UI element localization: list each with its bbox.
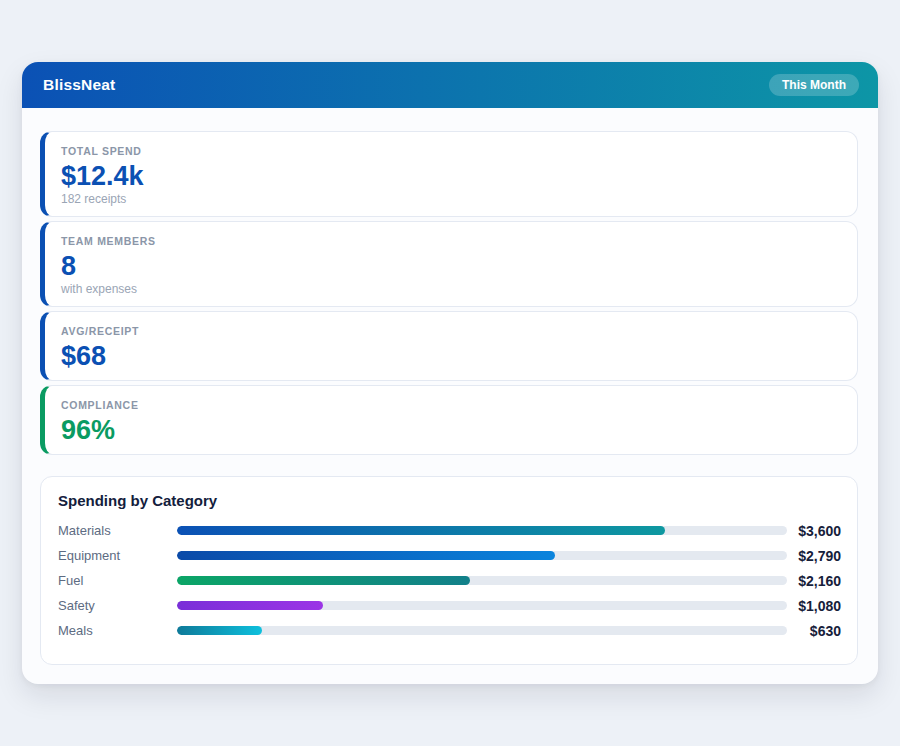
- stat-label: AVG/RECEIPT: [61, 324, 841, 338]
- app-title: BlissNeat: [43, 76, 115, 94]
- header: BlissNeat This Month: [22, 62, 878, 108]
- chart-row-fuel: Fuel $2,160: [58, 568, 841, 593]
- category-value: $1,080: [787, 598, 841, 614]
- bar-track: [177, 576, 787, 585]
- bar-track: [177, 551, 787, 560]
- stat-card-team-members: TEAM MEMBERS 8 with expenses: [40, 221, 858, 307]
- period-badge[interactable]: This Month: [769, 74, 859, 96]
- stat-label: TEAM MEMBERS: [61, 234, 841, 248]
- category-value: $3,600: [787, 523, 841, 539]
- bar-track: [177, 626, 787, 635]
- chart-row-equipment: Equipment $2,790: [58, 543, 841, 568]
- bar-fill: [177, 551, 555, 560]
- bar-track: [177, 601, 787, 610]
- stat-subtext: with expenses: [61, 282, 841, 296]
- category-value: $630: [787, 623, 841, 639]
- bar-fill: [177, 601, 323, 610]
- stat-value: 8: [61, 252, 841, 280]
- stat-label: COMPLIANCE: [61, 398, 841, 412]
- category-value: $2,790: [787, 548, 841, 564]
- category-label: Fuel: [58, 573, 177, 588]
- chart-title: Spending by Category: [58, 492, 841, 510]
- stat-value: $12.4k: [61, 162, 841, 190]
- stat-card-total-spend: TOTAL SPEND $12.4k 182 receipts: [40, 131, 858, 217]
- stat-card-avg-receipt: AVG/RECEIPT $68: [40, 311, 858, 381]
- dashboard-card: BlissNeat This Month TOTAL SPEND $12.4k …: [22, 62, 878, 684]
- category-label: Materials: [58, 523, 177, 538]
- bar-track: [177, 526, 787, 535]
- chart-rows: Materials $3,600 Equipment $2,790 Fuel $…: [58, 518, 841, 643]
- stat-value: 96%: [61, 416, 841, 444]
- stat-value: $68: [61, 342, 841, 370]
- bar-fill: [177, 626, 262, 635]
- stat-label: TOTAL SPEND: [61, 144, 841, 158]
- category-label: Equipment: [58, 548, 177, 563]
- stat-subtext: 182 receipts: [61, 192, 841, 206]
- chart-row-safety: Safety $1,080: [58, 593, 841, 618]
- chart-row-meals: Meals $630: [58, 618, 841, 643]
- bar-fill: [177, 526, 665, 535]
- category-value: $2,160: [787, 573, 841, 589]
- chart-row-materials: Materials $3,600: [58, 518, 841, 543]
- content: TOTAL SPEND $12.4k 182 receipts TEAM MEM…: [22, 108, 878, 684]
- spending-chart-card: Spending by Category Materials $3,600 Eq…: [40, 476, 858, 665]
- stat-card-compliance: COMPLIANCE 96%: [40, 385, 858, 455]
- category-label: Safety: [58, 598, 177, 613]
- bar-fill: [177, 576, 470, 585]
- category-label: Meals: [58, 623, 177, 638]
